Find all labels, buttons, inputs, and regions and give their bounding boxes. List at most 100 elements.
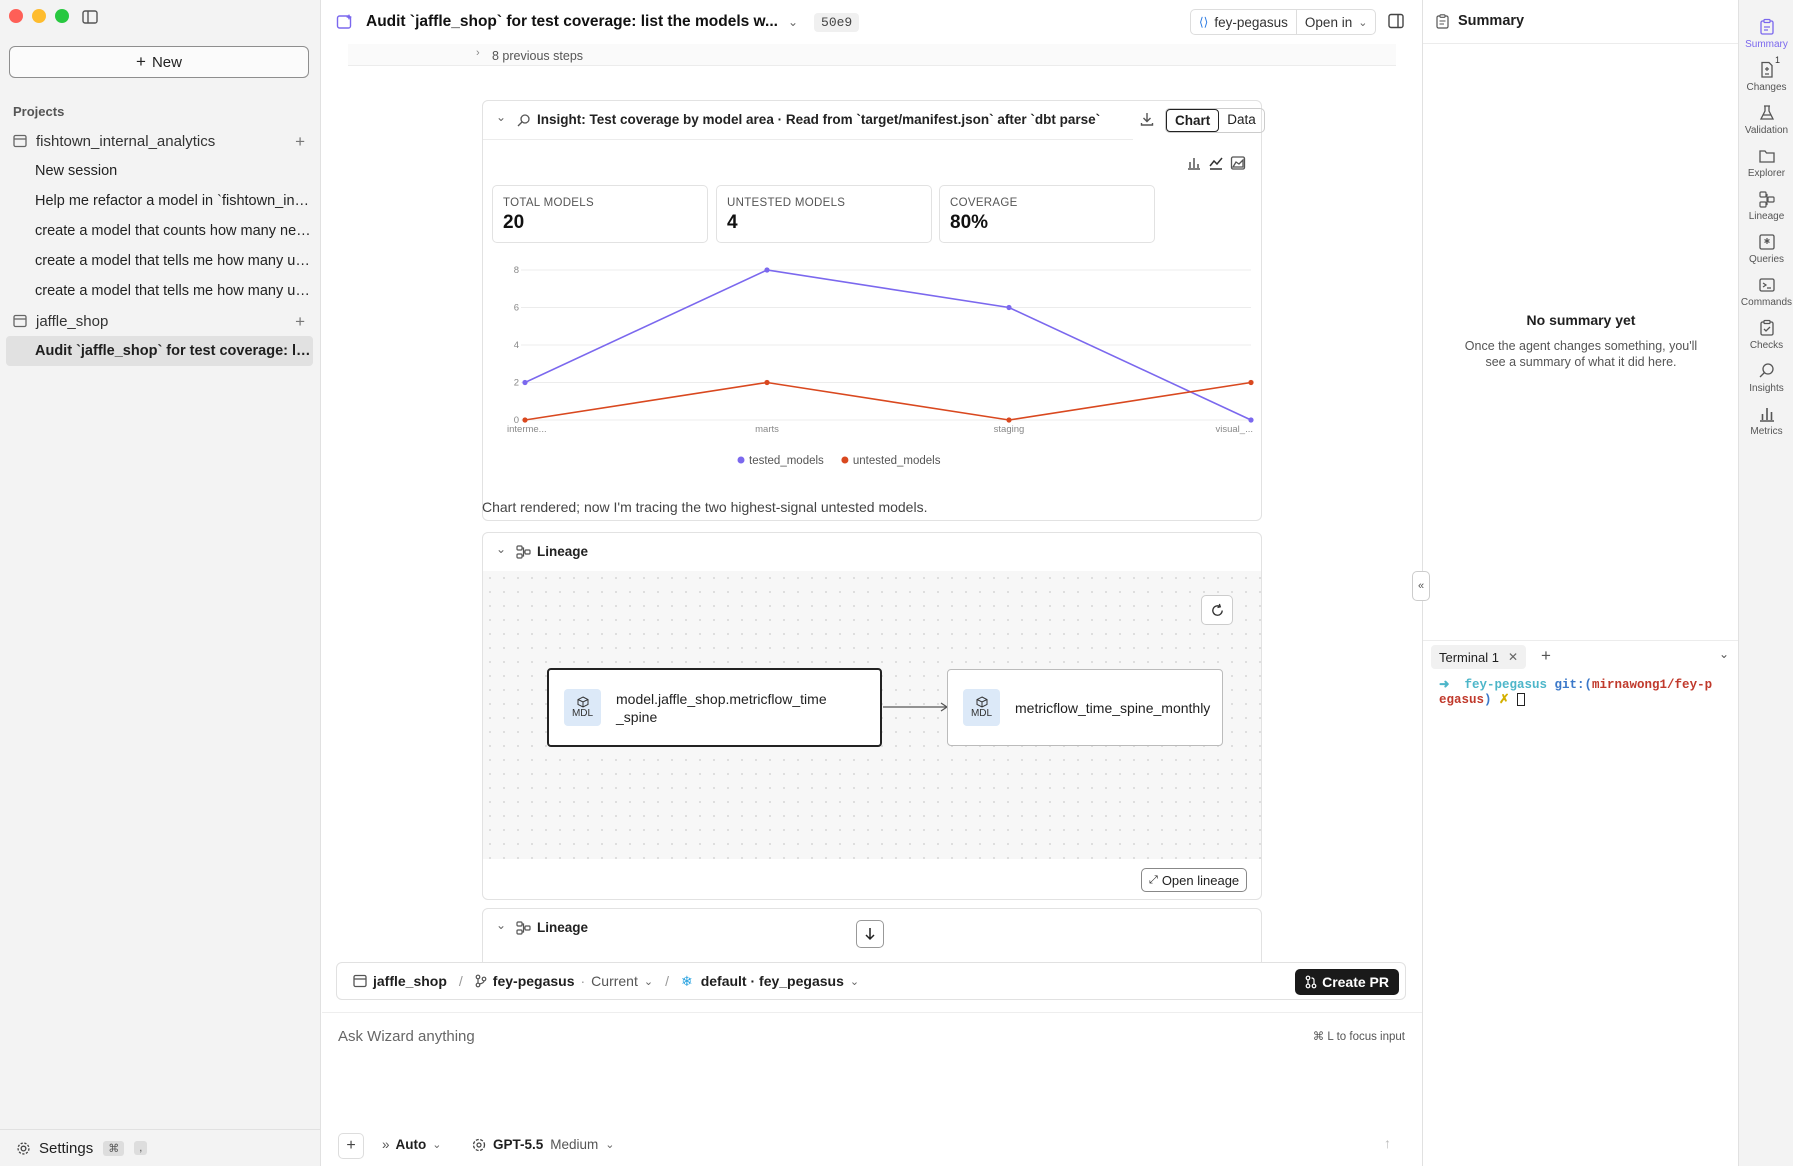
rail-item-checks[interactable]: Checks: [1739, 319, 1793, 351]
download-icon[interactable]: [1139, 111, 1155, 127]
session-item[interactable]: create a model that counts how many new.…: [35, 216, 313, 246]
environment-selector[interactable]: default · fey_pegasus: [701, 973, 844, 989]
shortcut-key: ⌘: [103, 1140, 125, 1156]
collapse-icon[interactable]: ⌄: [496, 918, 506, 932]
y-tick-label: 8: [514, 265, 519, 276]
send-arrow-icon[interactable]: ↑: [1384, 1135, 1391, 1151]
create-pr-button[interactable]: Create PR: [1295, 969, 1399, 995]
open-lineage-button[interactable]: ⤢ Open lineage: [1141, 868, 1248, 892]
legend-marker: [737, 456, 745, 464]
attach-button[interactable]: +: [338, 1133, 364, 1159]
rail-item-queries[interactable]: Queries: [1739, 233, 1793, 265]
minimize-window-button[interactable]: [32, 9, 46, 23]
lineage-canvas[interactable]: MDL model.jaffle_shop.metricflow_time _sp…: [483, 571, 1261, 859]
lineage-icon: [1758, 191, 1775, 208]
focus-hint: ⌘ L to focus input: [1312, 1031, 1405, 1043]
snowflake-icon: ❄: [680, 972, 693, 989]
chart-type-switcher: [1176, 149, 1256, 177]
collapse-panel-button[interactable]: «: [1412, 571, 1430, 601]
clipboard-icon: [1759, 18, 1774, 35]
rail-item-label: Validation: [1744, 125, 1789, 136]
session-item[interactable]: create a model that tells me how many us…: [35, 246, 313, 276]
collapse-icon[interactable]: ⌄: [496, 110, 506, 124]
header-divider: [483, 139, 1133, 140]
insight-icon: [1759, 363, 1774, 378]
session-item[interactable]: New session: [35, 156, 313, 186]
chevron-down-icon[interactable]: ⌄: [850, 975, 859, 988]
chart-data-toggle: Chart Data: [1165, 108, 1265, 133]
folder-icon: [1758, 150, 1775, 163]
lineage-node-source[interactable]: MDL model.jaffle_shop.metricflow_time _sp…: [547, 668, 882, 747]
session-title[interactable]: Audit `jaffle_shop` for test coverage: l…: [366, 13, 778, 31]
settings-button[interactable]: Settings ⌘ ,: [0, 1129, 321, 1166]
bar-chart-icon[interactable]: [1186, 155, 1202, 171]
terminal-tab[interactable]: Terminal 1 ✕: [1431, 645, 1527, 669]
ask-input[interactable]: Ask Wizard anything: [338, 1028, 1398, 1045]
branch-selector[interactable]: fey-pegasus: [493, 973, 575, 989]
kpi-total-models: TOTAL MODELS 20: [492, 185, 708, 243]
chevron-down-icon[interactable]: ⌄: [788, 15, 798, 29]
rail-item-explorer[interactable]: Explorer: [1739, 147, 1793, 179]
session-item-active[interactable]: Audit `jaffle_shop` for test coverage: l…: [6, 336, 313, 366]
rail-item-label: Lineage: [1748, 211, 1785, 222]
empty-summary-title: No summary yet: [1526, 312, 1636, 328]
session-item[interactable]: create a model that tells me how many us…: [35, 276, 313, 306]
terminal-cursor: [1517, 693, 1526, 707]
add-session-icon[interactable]: +: [295, 132, 305, 152]
lineage-icon: [516, 545, 531, 559]
openai-icon: [472, 1138, 486, 1152]
maximize-window-button[interactable]: [55, 9, 69, 23]
model-selector[interactable]: GPT-5.5 Medium ⌄: [472, 1137, 615, 1152]
refresh-button[interactable]: [1201, 595, 1233, 625]
mode-selector[interactable]: » Auto ⌄: [382, 1137, 441, 1152]
rail-item-metrics[interactable]: Metrics: [1739, 405, 1793, 437]
refresh-icon: [1211, 603, 1223, 616]
chevron-down-icon[interactable]: ⌄: [644, 975, 653, 988]
tab-chart[interactable]: Chart: [1166, 109, 1220, 132]
insight-card: ⌄ Insight: Test coverage by model area ·…: [482, 100, 1265, 521]
session-item[interactable]: Help me refactor a model in `fishtown_in…: [35, 186, 313, 216]
data-point-untested_models: [764, 379, 770, 386]
previous-steps-bar[interactable]: › 8 previous steps: [348, 44, 1396, 66]
close-window-button[interactable]: [9, 9, 23, 23]
project-fishtown[interactable]: fishtown_internal_analytics +: [0, 126, 321, 156]
summary-panel: Summary No summary yet Once the agent ch…: [1412, 0, 1739, 1166]
lineage-node-target[interactable]: MDL metricflow_time_spine_monthly: [947, 669, 1223, 746]
chevron-down-icon[interactable]: ⌄: [1719, 647, 1729, 661]
composer-context-bar: jaffle_shop / fey-pegasus · Current ⌄ / …: [336, 962, 1406, 1000]
branch-button[interactable]: ⟨⟩ fey-pegasus: [1191, 10, 1296, 34]
terminal-output[interactable]: ➜ fey-pegasus git:(mirnawong1/fey-p egas…: [1439, 678, 1729, 708]
x-tick-label: staging: [994, 424, 1025, 435]
sidebar-toggle-icon[interactable]: [82, 10, 98, 24]
add-session-icon[interactable]: +: [295, 312, 305, 332]
double-chevron-left-icon: «: [1417, 580, 1425, 592]
rail-item-summary[interactable]: Summary: [1739, 18, 1793, 50]
rail-item-changes[interactable]: Changes 1: [1739, 55, 1793, 93]
area-chart-icon[interactable]: [1230, 155, 1246, 171]
lineage-header: Lineage: [537, 920, 589, 935]
branch-state[interactable]: Current: [591, 973, 638, 989]
add-terminal-icon[interactable]: +: [1541, 646, 1551, 666]
legend-label: untested_models: [853, 455, 941, 467]
terminal-icon: [1758, 278, 1775, 292]
collapse-icon[interactable]: ⌄: [496, 542, 506, 556]
rail-item-insights[interactable]: Insights: [1739, 362, 1793, 394]
series-line-untested_models: [524, 381, 1252, 421]
close-icon[interactable]: ✕: [1508, 650, 1518, 664]
gear-icon: [16, 1141, 31, 1156]
rail-item-commands[interactable]: Commands: [1739, 276, 1793, 308]
panel-toggle-icon[interactable]: [1388, 13, 1404, 29]
tab-data[interactable]: Data: [1219, 109, 1264, 132]
model-badge: MDL: [963, 689, 1000, 726]
project-jaffle-shop[interactable]: jaffle_shop +: [0, 306, 321, 336]
data-point-untested_models: [1006, 417, 1012, 423]
rail-item-lineage[interactable]: Lineage: [1739, 190, 1793, 222]
line-chart-icon[interactable]: [1208, 155, 1224, 171]
scroll-down-button[interactable]: [856, 920, 884, 948]
chevron-down-icon: ⌄: [1358, 16, 1368, 29]
rail-item-label: Summary: [1745, 39, 1788, 50]
rail-item-validation[interactable]: Validation: [1739, 104, 1793, 136]
project-selector[interactable]: jaffle_shop: [373, 973, 447, 989]
new-session-button[interactable]: + New: [9, 46, 309, 78]
open-in-button[interactable]: Open in ⌄: [1295, 10, 1376, 34]
